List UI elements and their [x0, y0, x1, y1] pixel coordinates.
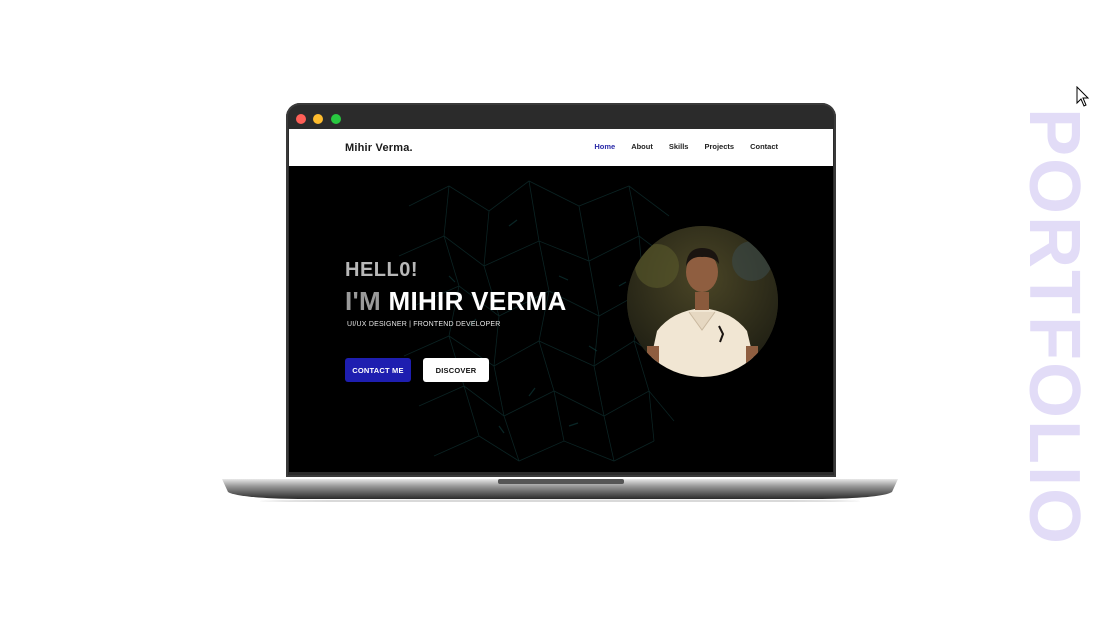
hero-title: I'M MIHIR VERMA [345, 286, 567, 317]
nav-link-skills[interactable]: Skills [669, 142, 689, 151]
nav-links: Home About Skills Projects Contact [594, 142, 778, 151]
contact-me-button[interactable]: CONTACT ME [345, 358, 411, 382]
hero-greeting: HELL0! [345, 259, 418, 281]
window-titlebar [286, 103, 836, 129]
nav-link-projects[interactable]: Projects [704, 142, 734, 151]
hero-title-prefix: I'M [345, 286, 381, 316]
close-window-icon[interactable] [296, 114, 306, 124]
nav-link-contact[interactable]: Contact [750, 142, 778, 151]
discover-button[interactable]: DISCOVER [423, 358, 489, 382]
website-viewport: Mihir Verma. Home About Skills Projects … [289, 129, 833, 472]
hero-section: HELL0! I'M MIHIR VERMA UI/UX DESIGNER | … [289, 166, 833, 472]
profile-photo-illustration [627, 226, 778, 377]
mouse-cursor-icon [1076, 86, 1090, 107]
nav-link-about[interactable]: About [631, 142, 653, 151]
laptop-base [222, 479, 898, 502]
laptop-screen-frame: Mihir Verma. Home About Skills Projects … [286, 103, 836, 477]
site-navbar: Mihir Verma. Home About Skills Projects … [289, 129, 833, 166]
hero-role: UI/UX DESIGNER | FRONTEND DEVELOPER [347, 321, 501, 328]
site-brand[interactable]: Mihir Verma. [345, 142, 413, 154]
nav-link-home[interactable]: Home [594, 142, 615, 151]
profile-photo [627, 226, 778, 377]
maximize-window-icon[interactable] [331, 114, 341, 124]
hero-name: MIHIR VERMA [388, 286, 567, 316]
minimize-window-icon[interactable] [313, 114, 323, 124]
portfolio-side-title: PORTFOLIO [1014, 108, 1094, 546]
